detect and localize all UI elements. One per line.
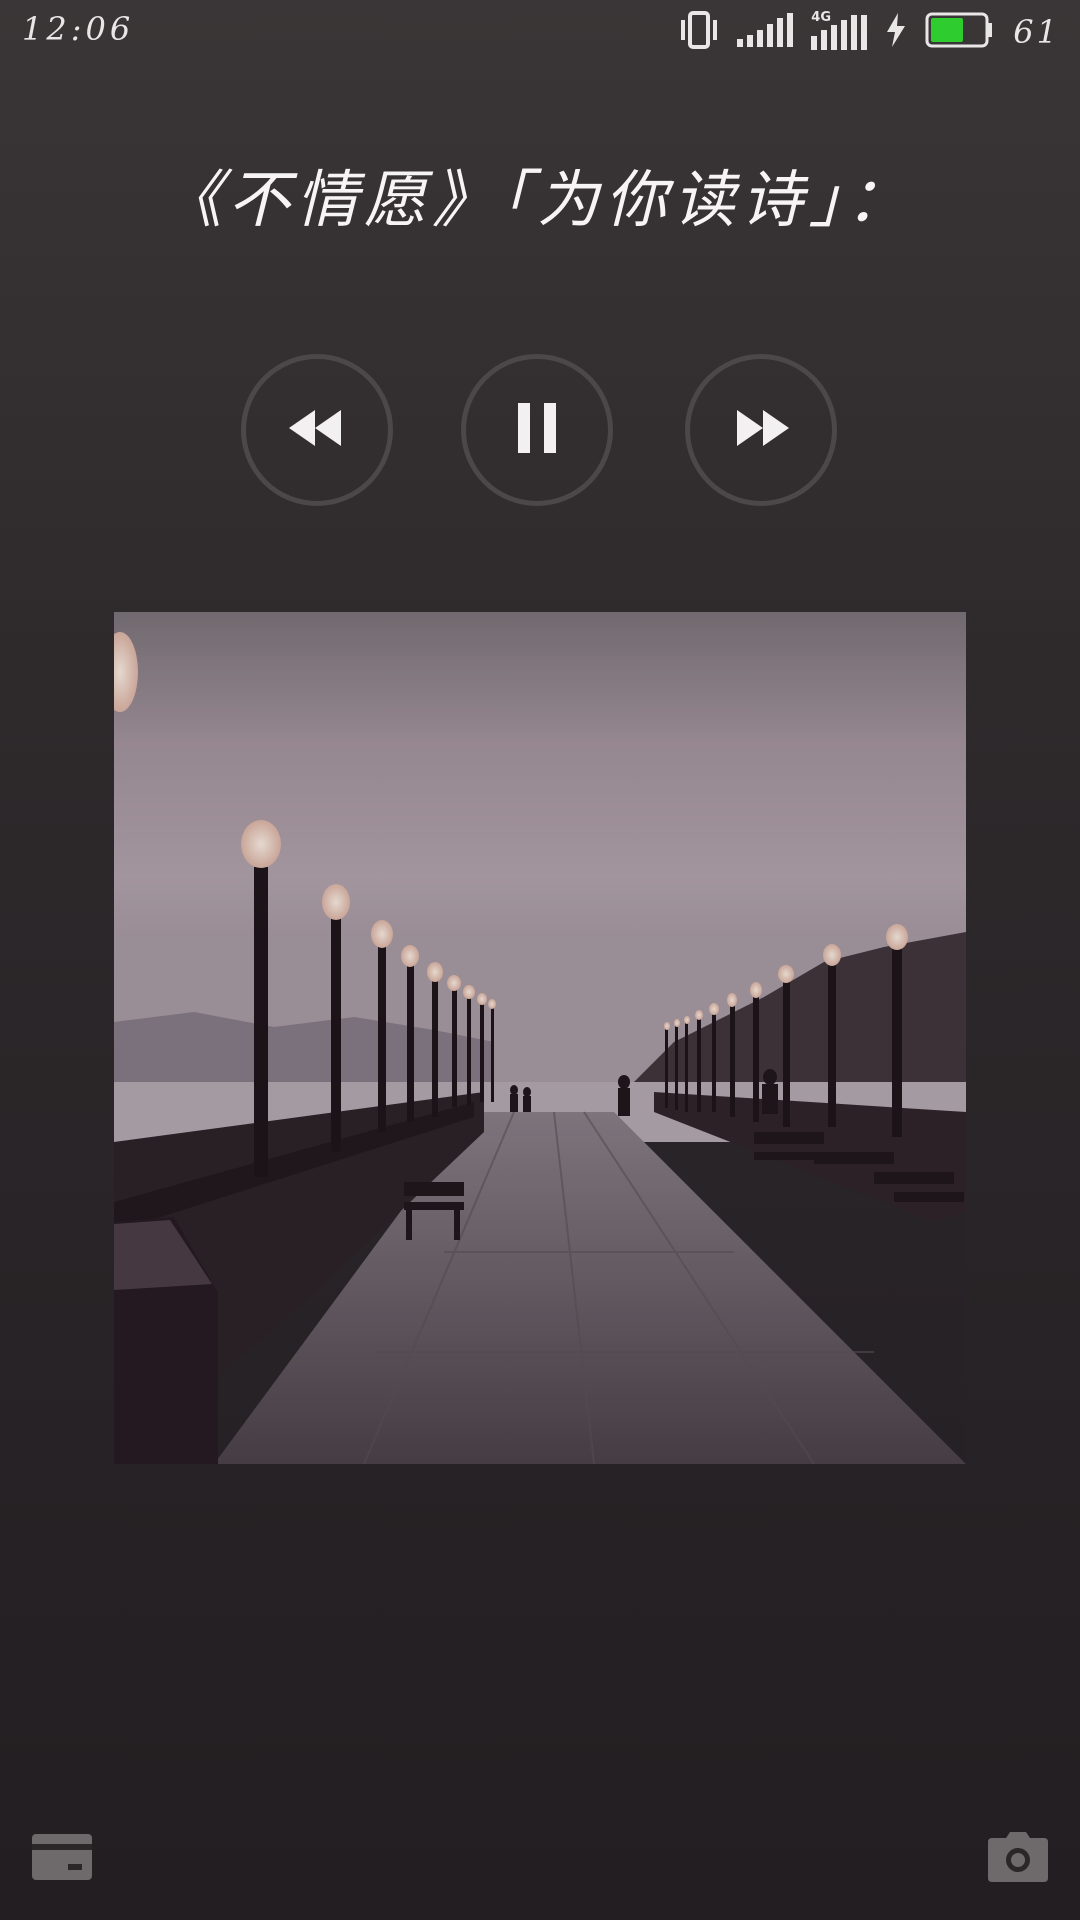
signal-4g-icon: 4G <box>811 10 868 50</box>
vibrate-icon <box>679 11 719 53</box>
status-time: 12:06 <box>22 10 135 48</box>
rewind-icon <box>287 406 347 454</box>
signal-icon <box>737 13 794 51</box>
album-art <box>114 612 966 1464</box>
camera-icon <box>986 1832 1050 1888</box>
wallet-card-icon <box>30 1834 94 1888</box>
playback-controls <box>0 354 1080 514</box>
wallet-button[interactable] <box>30 1830 94 1884</box>
charging-icon <box>885 13 907 51</box>
pause-icon <box>516 401 558 459</box>
fast-forward-icon <box>731 406 791 454</box>
track-title-marquee: 《不情愿》「为你读诗」： <box>160 160 960 240</box>
status-icons: 4G 61 <box>679 10 1060 53</box>
battery-icon <box>925 12 993 52</box>
camera-button[interactable] <box>986 1830 1050 1884</box>
pause-button[interactable] <box>461 354 613 506</box>
pier-image <box>114 612 966 1464</box>
previous-button[interactable] <box>241 354 393 506</box>
status-bar: 12:06 4G 61 <box>0 0 1080 64</box>
battery-percent: 61 <box>1013 13 1060 51</box>
next-button[interactable] <box>685 354 837 506</box>
track-title: 《不情愿》「为你读诗」： <box>160 163 915 236</box>
